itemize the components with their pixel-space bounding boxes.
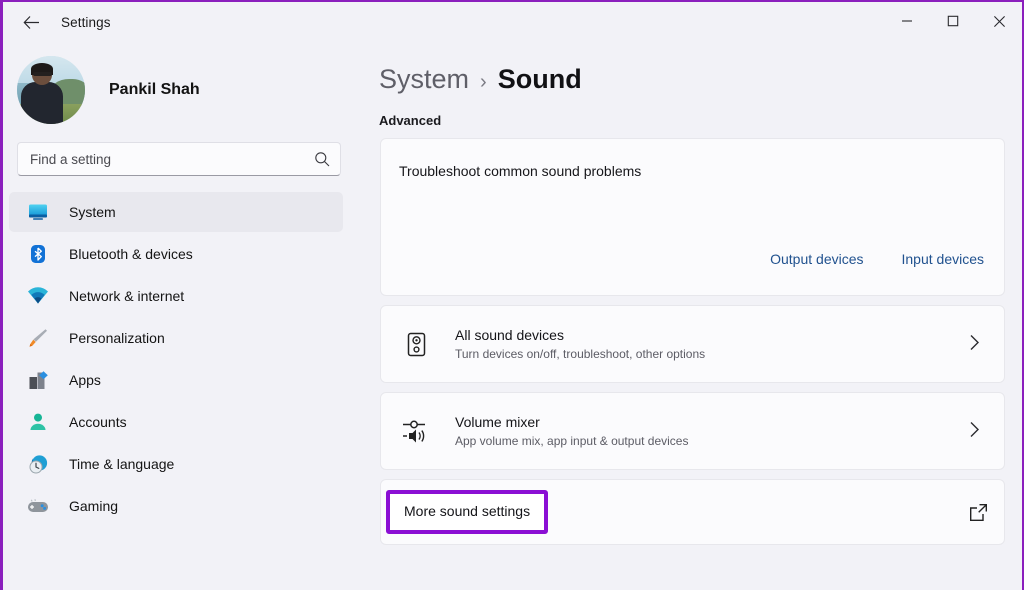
row-text: Volume mixer App volume mix, app input &… xyxy=(455,414,969,448)
all-sound-devices-row[interactable]: All sound devices Turn devices on/off, t… xyxy=(380,305,1005,383)
gamepad-icon xyxy=(27,495,49,517)
close-icon xyxy=(993,15,1006,28)
title-bar: Settings xyxy=(3,2,1022,42)
row-title: All sound devices xyxy=(455,327,969,343)
more-sound-settings-label: More sound settings xyxy=(404,503,530,519)
sidebar-item-label: Bluetooth & devices xyxy=(69,246,193,262)
wifi-icon xyxy=(27,285,49,307)
more-sound-settings-row[interactable]: More sound settings xyxy=(380,479,1005,545)
clock-globe-icon xyxy=(27,453,49,475)
search-box[interactable] xyxy=(17,142,341,176)
output-devices-link[interactable]: Output devices xyxy=(770,251,863,267)
troubleshoot-card: Troubleshoot common sound problems Outpu… xyxy=(380,138,1005,296)
breadcrumb-separator: › xyxy=(480,71,487,94)
minimize-button[interactable] xyxy=(884,2,930,40)
profile-name: Pankil Shah xyxy=(109,81,200,99)
sidebar-item-network-internet[interactable]: Network & internet xyxy=(9,276,343,316)
settings-window: Settings xyxy=(0,0,1024,590)
volume-mixer-row[interactable]: Volume mixer App volume mix, app input &… xyxy=(380,392,1005,470)
sidebar-item-label: Gaming xyxy=(69,498,118,514)
maximize-button[interactable] xyxy=(930,2,976,40)
bluetooth-icon xyxy=(27,243,49,265)
sidebar-item-system[interactable]: System xyxy=(9,192,343,232)
sidebar-item-label: Apps xyxy=(69,372,101,388)
breadcrumb: System › Sound xyxy=(379,64,1024,95)
row-title: Volume mixer xyxy=(455,414,969,430)
sidebar-item-apps[interactable]: Apps xyxy=(9,360,343,400)
sidebar-item-label: Time & language xyxy=(69,456,174,472)
sidebar-item-label: Accounts xyxy=(69,414,127,430)
app-title: Settings xyxy=(61,15,111,30)
speaker-icon xyxy=(401,329,431,359)
sidebar-item-label: Personalization xyxy=(69,330,165,346)
page-title: Sound xyxy=(498,64,582,95)
chevron-right-icon[interactable] xyxy=(969,334,980,355)
search-input[interactable] xyxy=(30,152,314,167)
sidebar-item-bluetooth-devices[interactable]: Bluetooth & devices xyxy=(9,234,343,274)
sidebar: Pankil Shah xyxy=(3,42,363,590)
sidebar-item-label: Network & internet xyxy=(69,288,184,304)
sidebar-item-accounts[interactable]: Accounts xyxy=(9,402,343,442)
row-text: All sound devices Turn devices on/off, t… xyxy=(455,327,969,361)
sidebar-item-time-language[interactable]: Time & language xyxy=(9,444,343,484)
main-content: System › Sound Advanced Troubleshoot com… xyxy=(363,42,1024,590)
back-button[interactable] xyxy=(13,6,49,38)
minimize-icon xyxy=(901,15,913,27)
breadcrumb-parent[interactable]: System xyxy=(379,64,469,95)
section-label: Advanced xyxy=(379,113,1024,128)
back-arrow-icon xyxy=(23,15,40,30)
sidebar-item-gaming[interactable]: Gaming xyxy=(9,486,343,526)
monitor-icon xyxy=(27,201,49,223)
troubleshoot-title: Troubleshoot common sound problems xyxy=(399,163,641,179)
profile-section[interactable]: Pankil Shah xyxy=(3,42,363,120)
window-controls xyxy=(884,2,1022,42)
person-icon xyxy=(27,411,49,433)
volume-mixer-icon xyxy=(401,416,431,446)
external-link-icon[interactable] xyxy=(969,503,988,522)
row-subtitle: App volume mix, app input & output devic… xyxy=(455,434,969,448)
paintbrush-icon xyxy=(27,327,49,349)
avatar xyxy=(17,56,85,124)
apps-icon xyxy=(27,369,49,391)
navigation-list: System Bluetooth & devices xyxy=(3,192,363,526)
sidebar-item-label: System xyxy=(69,204,116,220)
highlight-box: More sound settings xyxy=(386,490,548,534)
sidebar-item-personalization[interactable]: Personalization xyxy=(9,318,343,358)
chevron-right-icon[interactable] xyxy=(969,421,980,442)
search-icon xyxy=(314,151,330,167)
input-devices-link[interactable]: Input devices xyxy=(902,251,985,267)
troubleshoot-links: Output devices Input devices xyxy=(770,251,984,267)
close-button[interactable] xyxy=(976,2,1022,40)
maximize-icon xyxy=(947,15,959,27)
row-subtitle: Turn devices on/off, troubleshoot, other… xyxy=(455,347,969,361)
